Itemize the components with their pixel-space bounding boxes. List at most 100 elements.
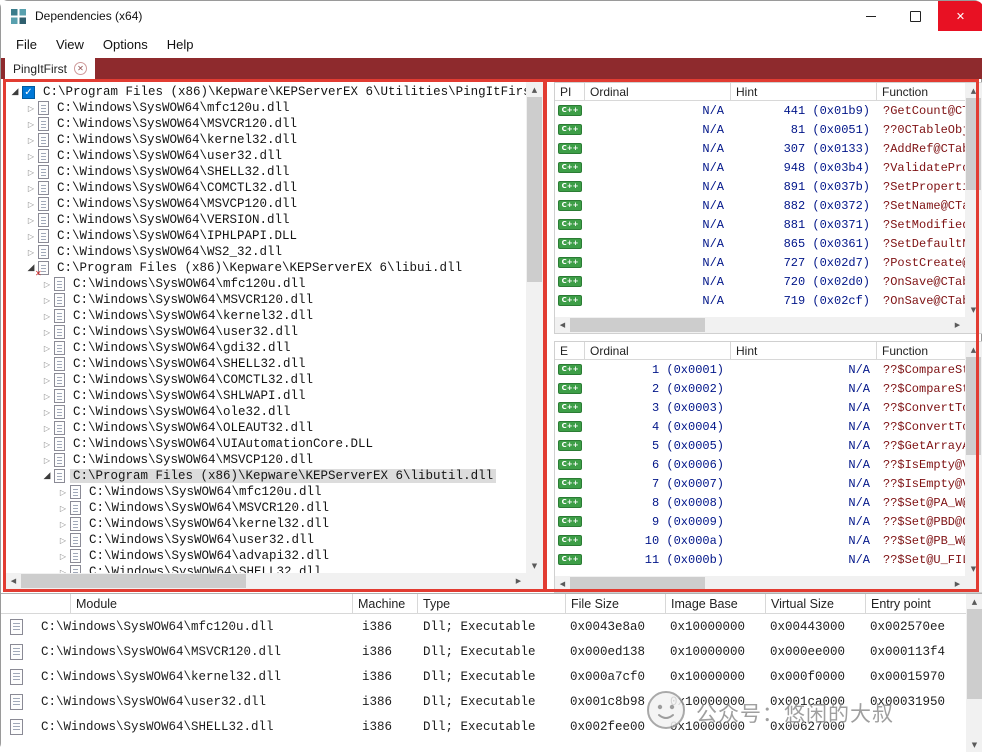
module-row[interactable]: C:\Windows\SysWOW64\kernel32.dlli386Dll;… [1,664,966,689]
pi-row[interactable]: C++N/A720 (0x02d0)?OnSave@CTab [555,272,965,291]
tree-item[interactable]: ▷C:\Windows\SysWOW64\COMCTL32.dll [6,372,526,388]
tree-vertical-scrollbar[interactable]: ▲ ▼ [526,82,543,573]
scroll-down-arrow-icon[interactable]: ▼ [965,302,982,317]
e-row[interactable]: C++5 (0x0005)N/A??$GetArrayA [555,436,965,455]
expand-arrow-icon[interactable]: ▷ [24,232,38,241]
expand-arrow-icon[interactable]: ▷ [24,200,38,209]
scroll-down-arrow-icon[interactable]: ▼ [526,558,543,573]
tree-item[interactable]: ▷C:\Windows\SysWOW64\SHLWAPI.dll [6,388,526,404]
expand-arrow-icon[interactable]: ▷ [40,296,54,305]
expand-arrow-icon[interactable]: ▷ [24,248,38,257]
column-header-type[interactable]: Type [418,594,566,613]
scroll-down-arrow-icon[interactable]: ▼ [965,561,982,576]
expand-arrow-icon[interactable]: ▷ [40,312,54,321]
menu-item-options[interactable]: Options [94,34,157,55]
minimize-button[interactable] [848,1,893,31]
column-header-hint[interactable]: Hint [731,342,877,359]
e-row[interactable]: C++10 (0x000a)N/A??$Set@PB_W@ [555,531,965,550]
scroll-right-arrow-icon[interactable]: ▶ [950,576,965,592]
tree-item[interactable]: ▷C:\Windows\SysWOW64\WS2_32.dll [6,244,526,260]
tree-item[interactable]: ▷C:\Windows\SysWOW64\MSVCP120.dll [6,196,526,212]
expand-arrow-icon[interactable]: ▷ [56,504,70,513]
scrollbar-thumb[interactable] [966,98,981,190]
e-row[interactable]: C++4 (0x0004)N/A??$ConvertTo [555,417,965,436]
expand-arrow-icon[interactable]: ▷ [40,424,54,433]
expand-arrow-icon[interactable]: ▷ [40,408,54,417]
tree-item[interactable]: ▷C:\Windows\SysWOW64\OLEAUT32.dll [6,420,526,436]
module-row[interactable]: C:\Windows\SysWOW64\MSVCR120.dlli386Dll;… [1,639,966,664]
pi-row[interactable]: C++N/A727 (0x02d7)?PostCreate@ [555,253,965,272]
pi-row[interactable]: C++N/A307 (0x0133)?AddRef@CTab [555,139,965,158]
tree-item[interactable]: ◢✓C:\Program Files (x86)\Kepware\KEPServ… [6,84,526,100]
module-row[interactable]: C:\Windows\SysWOW64\SHELL32.dlli386Dll; … [1,714,966,739]
menu-item-help[interactable]: Help [158,34,203,55]
expand-arrow-icon[interactable]: ▷ [40,456,54,465]
tree-item[interactable]: ▷C:\Windows\SysWOW64\SHELL32.dll [6,564,526,573]
exports-horizontal-scrollbar[interactable]: ◀ ▶ [555,576,965,592]
tree-item[interactable]: ▷C:\Windows\SysWOW64\kernel32.dll [6,516,526,532]
tree-item[interactable]: ▷C:\Windows\SysWOW64\user32.dll [6,148,526,164]
scroll-up-arrow-icon[interactable]: ▲ [965,83,982,98]
imports-horizontal-scrollbar[interactable]: ◀ ▶ [555,317,965,333]
scroll-left-arrow-icon[interactable]: ◀ [555,576,570,592]
expand-arrow-icon[interactable]: ▷ [56,536,70,545]
e-row[interactable]: C++1 (0x0001)N/A??$CompareSt [555,360,965,379]
tree-horizontal-scrollbar[interactable]: ◀ ▶ [6,573,526,589]
tree-item[interactable]: ◢C:\Program Files (x86)\Kepware\KEPServe… [6,468,526,484]
scroll-right-arrow-icon[interactable]: ▶ [511,573,526,589]
module-row[interactable]: C:\Windows\SysWOW64\mfc120u.dlli386Dll; … [1,614,966,639]
tree-item[interactable]: ▷C:\Windows\SysWOW64\mfc120u.dll [6,484,526,500]
tree-item[interactable]: ▷C:\Windows\SysWOW64\IPHLPAPI.DLL [6,228,526,244]
e-row[interactable]: C++11 (0x000b)N/A??$Set@U_FIL [555,550,965,569]
modules-vertical-scrollbar[interactable]: ▲ ▼ [966,594,982,752]
expand-arrow-icon[interactable]: ▷ [24,184,38,193]
scrollbar-thumb[interactable] [570,318,705,332]
scroll-down-arrow-icon[interactable]: ▼ [966,737,982,752]
tree-item[interactable]: ◢C:\Program Files (x86)\Kepware\KEPServe… [6,260,526,276]
tab-close-icon[interactable]: ✕ [74,62,87,75]
scroll-right-arrow-icon[interactable]: ▶ [950,317,965,333]
e-row[interactable]: C++2 (0x0002)N/A??$CompareSt [555,379,965,398]
scroll-left-arrow-icon[interactable]: ◀ [6,573,21,589]
expand-arrow-icon[interactable]: ▷ [56,488,70,497]
column-header-virtual-size[interactable]: Virtual Size [766,594,866,613]
expand-arrow-icon[interactable]: ▷ [24,216,38,225]
expand-arrow-icon[interactable]: ▷ [40,344,54,353]
collapse-arrow-icon[interactable]: ◢ [40,471,54,481]
pi-row[interactable]: C++N/A881 (0x0371)?SetModified [555,215,965,234]
tree-item[interactable]: ▷C:\Windows\SysWOW64\user32.dll [6,324,526,340]
scrollbar-thumb[interactable] [527,97,542,282]
pi-row[interactable]: C++N/A81 (0x0051)??0CTableObj [555,120,965,139]
close-button[interactable]: ✕ [938,1,982,31]
scrollbar-thumb[interactable] [967,609,982,699]
e-row[interactable]: C++8 (0x0008)N/A??$Set@PA_W@ [555,493,965,512]
scrollbar-thumb[interactable] [21,574,246,588]
expand-arrow-icon[interactable]: ▷ [40,392,54,401]
menu-item-view[interactable]: View [47,34,93,55]
column-header-machine[interactable]: Machine [353,594,418,613]
module-checkbox[interactable]: ✓ [22,86,35,99]
expand-arrow-icon[interactable]: ▷ [24,136,38,145]
expand-arrow-icon[interactable]: ▷ [24,120,38,129]
scrollbar-thumb[interactable] [966,357,981,455]
pi-row[interactable]: C++N/A882 (0x0372)?SetName@CTa [555,196,965,215]
module-row[interactable]: C:\Windows\SysWOW64\user32.dlli386Dll; E… [1,689,966,714]
column-header-pi[interactable]: PI [555,83,585,100]
expand-arrow-icon[interactable]: ▷ [40,280,54,289]
expand-arrow-icon[interactable]: ▷ [24,152,38,161]
scroll-up-arrow-icon[interactable]: ▲ [966,594,982,609]
tree-item[interactable]: ▷C:\Windows\SysWOW64\MSVCR120.dll [6,500,526,516]
tree-item[interactable]: ▷C:\Windows\SysWOW64\advapi32.dll [6,548,526,564]
tree-item[interactable]: ▷C:\Windows\SysWOW64\kernel32.dll [6,132,526,148]
column-header-image-base[interactable]: Image Base [666,594,766,613]
tree-item[interactable]: ▷C:\Windows\SysWOW64\COMCTL32.dll [6,180,526,196]
imports-vertical-scrollbar[interactable]: ▲ ▼ [965,83,982,317]
column-header-hint[interactable]: Hint [731,83,877,100]
column-header-module[interactable]: Module [71,594,353,613]
scroll-left-arrow-icon[interactable]: ◀ [555,317,570,333]
maximize-button[interactable] [893,1,938,31]
expand-arrow-icon[interactable]: ▷ [56,520,70,529]
pi-row[interactable]: C++N/A441 (0x01b9)?GetCount@CT [555,101,965,120]
tree-item[interactable]: ▷C:\Windows\SysWOW64\SHELL32.dll [6,356,526,372]
tree-item[interactable]: ▷C:\Windows\SysWOW64\SHELL32.dll [6,164,526,180]
